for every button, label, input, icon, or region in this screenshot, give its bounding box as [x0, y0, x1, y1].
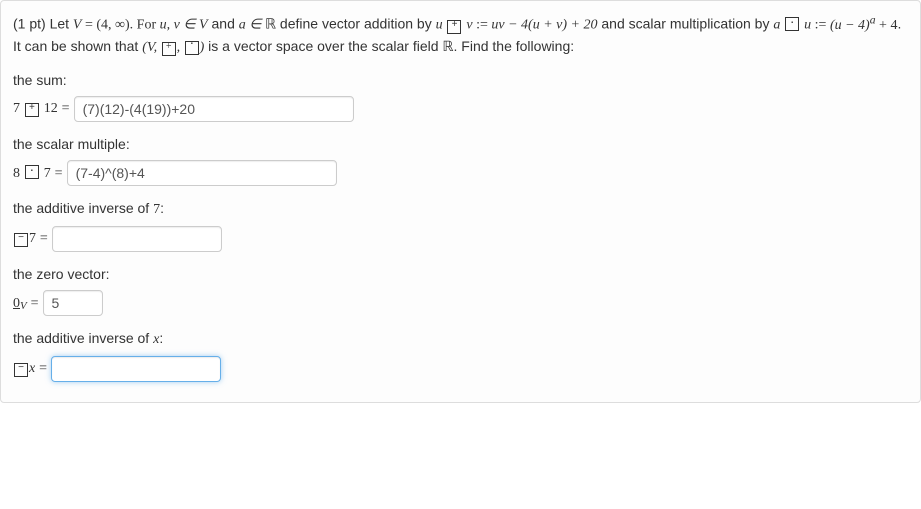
zero-sym: 0 — [13, 296, 20, 311]
sum-input[interactable] — [74, 96, 354, 122]
num-12: 12 — [44, 101, 58, 116]
boxplus-icon — [162, 42, 176, 56]
var-a: a — [773, 18, 780, 33]
label-invx: the additive inverse of x: — [13, 330, 908, 348]
set-R: ℝ — [265, 18, 276, 33]
scalar-input[interactable] — [67, 160, 337, 186]
label-inv7: the additive inverse of 7: — [13, 200, 908, 218]
text: := — [811, 18, 830, 33]
row-invx: x = — [13, 356, 908, 382]
text: and — [208, 16, 239, 32]
base: (u − 4) — [830, 18, 870, 33]
equals: = — [31, 296, 39, 311]
zero-sub: V — [20, 300, 27, 312]
set-R2: ℝ — [442, 40, 453, 55]
boxminus-icon — [14, 233, 28, 247]
row-scalar: 8 7 = — [13, 160, 908, 186]
boxminus-icon — [14, 363, 28, 377]
text: . Find the following: — [454, 38, 575, 54]
equals: = — [39, 361, 47, 376]
vars-uv: u, v ∈ V — [160, 18, 208, 33]
add-rhs: uv − 4(u + v) + 20 — [491, 18, 597, 33]
boxdot-icon — [185, 41, 199, 55]
label-sum: the sum: — [13, 72, 908, 88]
text: := — [473, 18, 492, 33]
row-zero: 0V = — [13, 290, 908, 316]
label-zero: the zero vector: — [13, 266, 908, 282]
sum-lhs: 7 12 = — [13, 99, 70, 118]
boxdot-icon — [785, 17, 799, 31]
inv7-lhs: 7 = — [13, 229, 48, 248]
var-x: x — [29, 361, 35, 376]
text: define vector addition by — [276, 16, 436, 32]
num-7: 7 — [44, 166, 51, 181]
boxplus-icon — [447, 20, 461, 34]
problem-statement: (1 pt) Let V = (4, ∞). For u, v ∈ V and … — [13, 11, 908, 58]
var-u: u — [436, 18, 443, 33]
problem-container: (1 pt) Let V = (4, ∞). For u, v ∈ V and … — [0, 0, 921, 403]
num-7: 7 — [29, 231, 36, 246]
var-a-in: a ∈ — [239, 18, 265, 33]
num-8: 8 — [13, 166, 20, 181]
invx-lhs: x = — [13, 359, 47, 378]
tail: + 4 — [876, 18, 898, 33]
equals: = — [62, 101, 70, 116]
boxdot-icon — [25, 165, 39, 179]
zero-lhs: 0V = — [13, 294, 39, 312]
text: = (4, ∞). For — [81, 18, 159, 33]
inv7-input[interactable] — [52, 226, 222, 252]
invx-input[interactable] — [51, 356, 221, 382]
row-inv7: 7 = — [13, 226, 908, 252]
boxplus-icon — [25, 103, 39, 117]
text: (1 pt) Let — [13, 16, 73, 32]
equals: = — [55, 166, 63, 181]
zero-input[interactable] — [43, 290, 103, 316]
row-sum: 7 12 = — [13, 96, 908, 122]
scalar-lhs: 8 7 = — [13, 164, 63, 182]
triple: (V, , ) — [142, 40, 204, 55]
text: is a vector space over the scalar field — [204, 38, 442, 54]
label-scalar: the scalar multiple: — [13, 136, 908, 152]
scalar-rhs-base: (u − 4)a + 4 — [830, 18, 898, 33]
equals: = — [40, 231, 48, 246]
text: and scalar multiplication by — [597, 16, 773, 32]
num-7: 7 — [13, 101, 20, 116]
